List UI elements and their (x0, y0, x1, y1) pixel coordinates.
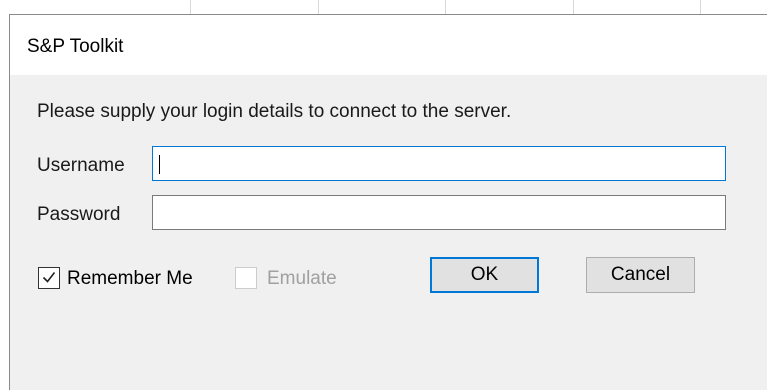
remember-me-label[interactable]: Remember Me (67, 268, 193, 290)
username-field[interactable] (152, 146, 726, 181)
instruction-text: Please supply your login details to conn… (37, 101, 512, 122)
text-caret (159, 155, 160, 174)
emulate-checkbox[interactable] (235, 267, 257, 289)
dialog-titlebar[interactable]: S&P Toolkit (10, 15, 767, 75)
dialog-title: S&P Toolkit (27, 36, 124, 57)
emulate-label[interactable]: Emulate (267, 268, 337, 290)
ok-button[interactable]: OK (430, 257, 539, 293)
cancel-button[interactable]: Cancel (586, 257, 695, 293)
password-label: Password (37, 204, 121, 225)
password-field[interactable] (152, 195, 726, 230)
remember-me-checkbox[interactable] (38, 267, 60, 289)
username-label: Username (37, 155, 125, 176)
checkmark-icon (42, 272, 56, 283)
login-dialog: S&P Toolkit Please supply your login det… (9, 14, 767, 390)
